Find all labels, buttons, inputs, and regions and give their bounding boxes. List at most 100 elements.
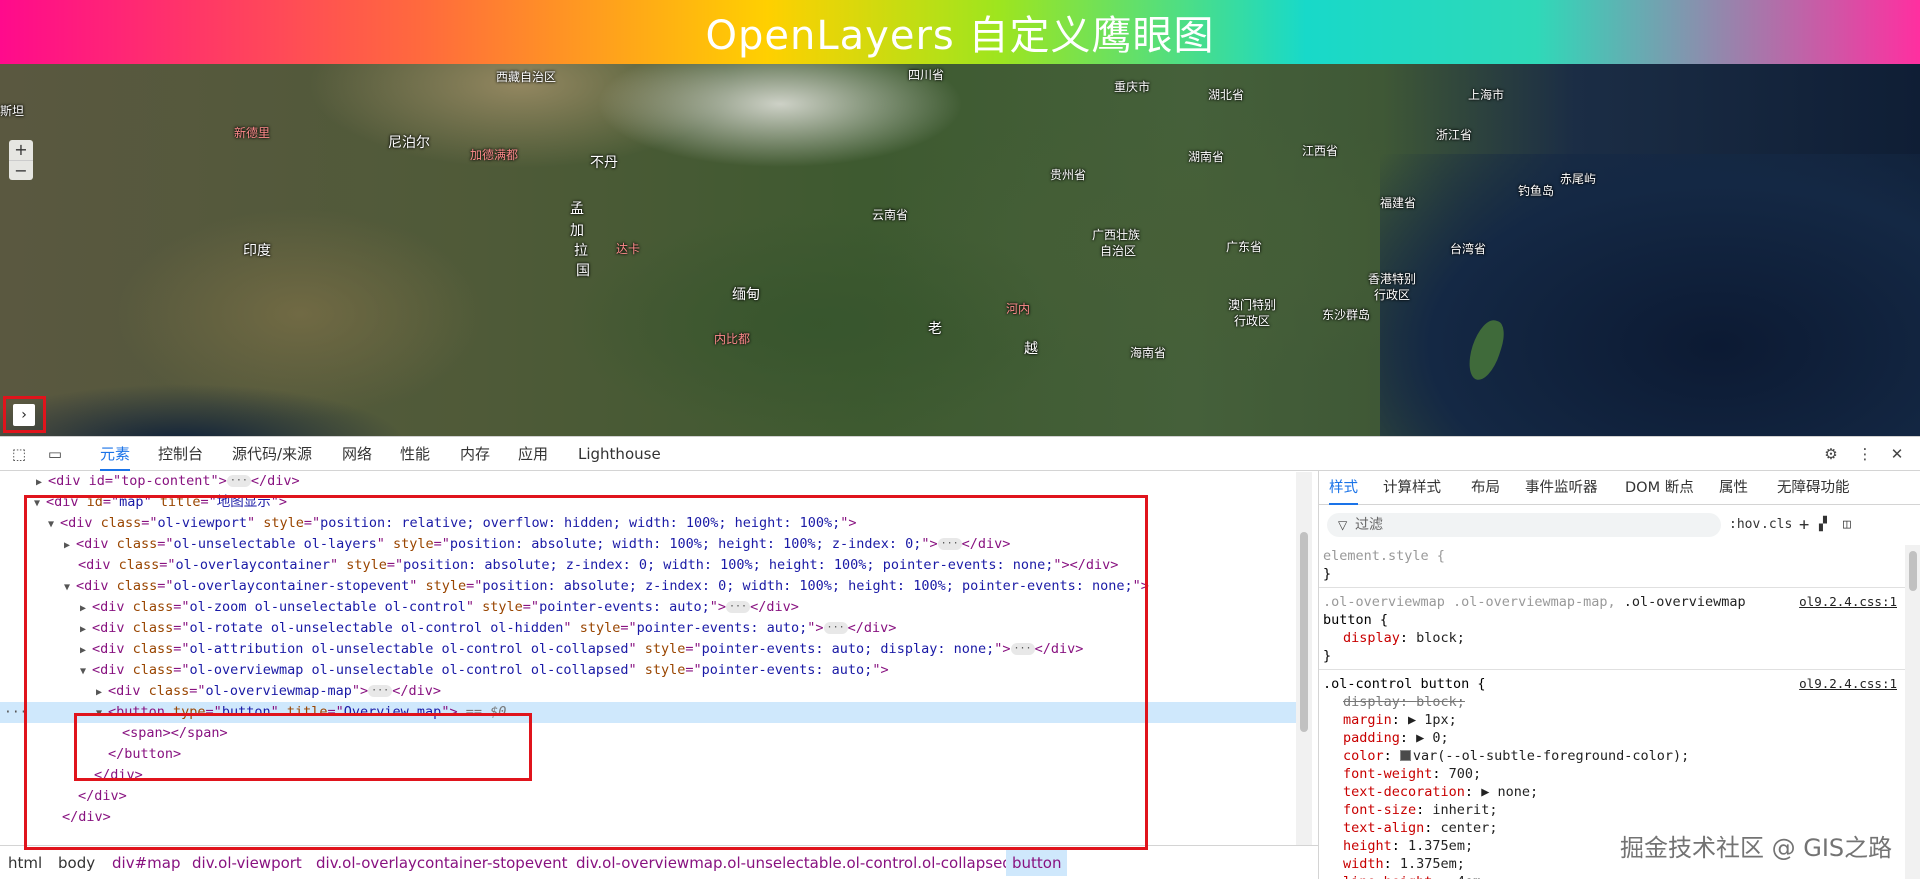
rule-close: }: [1323, 566, 1332, 582]
hov-toggle[interactable]: :hov: [1729, 515, 1760, 535]
zoom-in-button[interactable]: +: [9, 140, 33, 160]
map-label: 西藏自治区: [496, 70, 557, 84]
dom-line[interactable]: ▶ <div id="top-content"> ··· </div>: [0, 472, 1296, 492]
css-property: height: [1343, 838, 1392, 854]
rule-divider: [1319, 669, 1905, 670]
map-label: 广西壮族: [1092, 228, 1141, 242]
sidebar-toggle-icon[interactable]: ◫: [1843, 515, 1851, 535]
rule-declaration[interactable]: color: var(--ol-subtle-foreground-color)…: [1343, 747, 1689, 765]
attr-value: ol-overviewmap-map: [205, 683, 352, 699]
styles-scrollbar[interactable]: [1905, 545, 1920, 879]
map-view[interactable]: 西藏自治区 四川省 重庆市 湖北省 上海市 斯坦 新德里 尼泊尔 加德满都 不丹…: [0, 64, 1920, 436]
cls-toggle[interactable]: .cls: [1761, 515, 1792, 535]
breadcrumb-item[interactable]: body: [52, 846, 101, 879]
styles-tabs: 样式 计算样式 布局 事件监听器 DOM 断点 属性 无障碍功能: [1319, 471, 1920, 505]
css-value: 1.375em;: [1399, 856, 1465, 872]
selected-marker: == $0: [465, 704, 507, 720]
rule-declaration[interactable]: text-decoration: ▶ none;: [1343, 783, 1538, 801]
tab-dom-breakpoints[interactable]: DOM 断点: [1625, 471, 1694, 505]
tab-styles[interactable]: 样式: [1329, 471, 1358, 505]
dom-line[interactable]: </button>: [0, 744, 1296, 765]
dom-line[interactable]: ▶ <div class="ol-attribution ol-unselecta…: [0, 639, 1296, 660]
rule-declaration[interactable]: font-weight: 700;: [1343, 765, 1481, 783]
rule-declaration[interactable]: display: block;: [1343, 629, 1465, 647]
close-icon[interactable]: ✕: [1888, 445, 1906, 463]
more-options-icon[interactable]: ⋮: [1856, 445, 1874, 463]
dom-line[interactable]: ▼ <div id="map" title="地图显示">: [0, 492, 1296, 513]
tab-sources[interactable]: 源代码/来源: [232, 437, 312, 471]
bay-area: [0, 324, 620, 436]
paint-icon[interactable]: ▞: [1819, 515, 1827, 535]
dom-line[interactable]: ▶ <div class="ol-zoom ol-unselectable ol-…: [0, 597, 1296, 618]
tab-accessibility[interactable]: 无障碍功能: [1777, 471, 1850, 505]
dom-line[interactable]: ▶ <div class="ol-overviewmap-map"> ··· </di…: [0, 681, 1296, 702]
overview-map-button[interactable]: ›: [13, 404, 35, 426]
devtools-panel: ⬚ ▭ 元素 控制台 源代码/来源 网络 性能 内存 应用 Lighthouse…: [0, 436, 1920, 879]
tab-elements[interactable]: 元素: [100, 437, 131, 471]
tab-console[interactable]: 控制台: [158, 437, 203, 471]
rule-declaration[interactable]: line-height: .4em;: [1343, 873, 1489, 879]
dom-line[interactable]: <span></span>: [0, 723, 1296, 744]
breadcrumb-item[interactable]: div.ol-overlaycontainer-stopevent: [310, 846, 574, 879]
map-label: 贵州省: [1050, 168, 1087, 182]
tab-network[interactable]: 网络: [342, 437, 372, 471]
dom-line[interactable]: ▶ <div class="ol-unselectable ol-layers" …: [0, 534, 1296, 555]
attr-value: ol-overlaycontainer-stopevent: [173, 578, 410, 594]
scrollbar-thumb[interactable]: [1909, 551, 1917, 591]
scrollbar-thumb[interactable]: [1300, 532, 1308, 732]
color-swatch[interactable]: [1399, 750, 1411, 761]
tab-layout[interactable]: 布局: [1471, 471, 1500, 505]
attr-value: button: [221, 704, 271, 720]
rule-source-link[interactable]: ol9.2.4.css:1: [1799, 675, 1897, 693]
tab-properties[interactable]: 属性: [1719, 471, 1748, 505]
rule-declaration[interactable]: margin: ▶ 1px;: [1343, 711, 1457, 729]
tab-event-listeners[interactable]: 事件监听器: [1525, 471, 1598, 505]
styles-filter-input[interactable]: ▽ 过滤: [1327, 513, 1721, 537]
rule-declaration[interactable]: padding: ▶ 0;: [1343, 729, 1449, 747]
map-label: 拉: [574, 243, 588, 259]
breadcrumb-item[interactable]: div.ol-viewport: [186, 846, 308, 879]
dom-line[interactable]: ▼ <div class="ol-viewport" style="positio…: [0, 513, 1296, 534]
css-property: display: [1343, 694, 1400, 710]
attr-value: ol-viewport: [157, 515, 247, 531]
breadcrumb-item[interactable]: div.ol-overviewmap.ol-unselectable.ol-co…: [570, 846, 1018, 879]
settings-icon[interactable]: ⚙: [1822, 445, 1840, 463]
attr-value: position: absolute; z-index: 0; width: 1…: [482, 578, 1133, 594]
tab-lighthouse[interactable]: Lighthouse: [578, 437, 661, 471]
tab-application[interactable]: 应用: [518, 437, 548, 471]
dom-line[interactable]: </div>: [0, 765, 1296, 786]
dom-line[interactable]: </div>: [0, 807, 1296, 828]
map-label: 东沙群岛: [1322, 308, 1371, 322]
attr-value: position: relative; overflow: hidden; wi…: [320, 515, 841, 531]
attr-value: ol-unselectable ol-layers: [173, 536, 377, 552]
dom-line[interactable]: ▶ <div class="ol-rotate ol-unselectable o…: [0, 618, 1296, 639]
rule-declaration[interactable]: display: block;: [1343, 693, 1465, 711]
dom-line[interactable]: </div>: [0, 786, 1296, 807]
breadcrumb-item-active[interactable]: button: [1006, 850, 1068, 876]
rule-declaration[interactable]: height: 1.375em;: [1343, 837, 1473, 855]
dom-line-selected[interactable]: ··· ▼ <button type="button" title="Overvie…: [0, 702, 1296, 723]
dom-line[interactable]: ▼ <div class="ol-overlaycontainer-stopeve…: [0, 576, 1296, 597]
dom-line[interactable]: ▼ <div class="ol-overviewmap ol-unselecta…: [0, 660, 1296, 681]
css-property: text-align: [1343, 820, 1425, 836]
tab-memory[interactable]: 内存: [460, 437, 490, 471]
elements-scrollbar[interactable]: [1296, 472, 1312, 845]
inspect-icon[interactable]: ⬚: [10, 445, 28, 463]
map-label: 广东省: [1226, 240, 1263, 254]
dom-line[interactable]: <div class="ol-overlaycontainer" style="…: [0, 555, 1296, 576]
zoom-out-button[interactable]: −: [9, 160, 33, 180]
css-value: block;: [1416, 694, 1465, 710]
attr-value: pointer-events: auto;: [701, 662, 873, 678]
elements-tree: ▶ <div id="top-content"> ··· </div> ▼ <div i…: [0, 472, 1312, 845]
rule-declaration[interactable]: font-size: inherit;: [1343, 801, 1497, 819]
add-rule-icon[interactable]: +: [1799, 515, 1809, 535]
watermark: 掘金技术社区 @ GIS之路: [1620, 834, 1893, 862]
rule-source-link[interactable]: ol9.2.4.css:1: [1799, 593, 1897, 611]
rule-declaration[interactable]: text-align: center;: [1343, 819, 1497, 837]
device-toggle-icon[interactable]: ▭: [46, 445, 64, 463]
tab-computed[interactable]: 计算样式: [1383, 471, 1441, 505]
breadcrumb-item[interactable]: html: [2, 846, 48, 879]
breadcrumb-item[interactable]: div#map: [106, 846, 186, 879]
rule-declaration[interactable]: width: 1.375em;: [1343, 855, 1465, 873]
tab-performance[interactable]: 性能: [400, 437, 430, 471]
